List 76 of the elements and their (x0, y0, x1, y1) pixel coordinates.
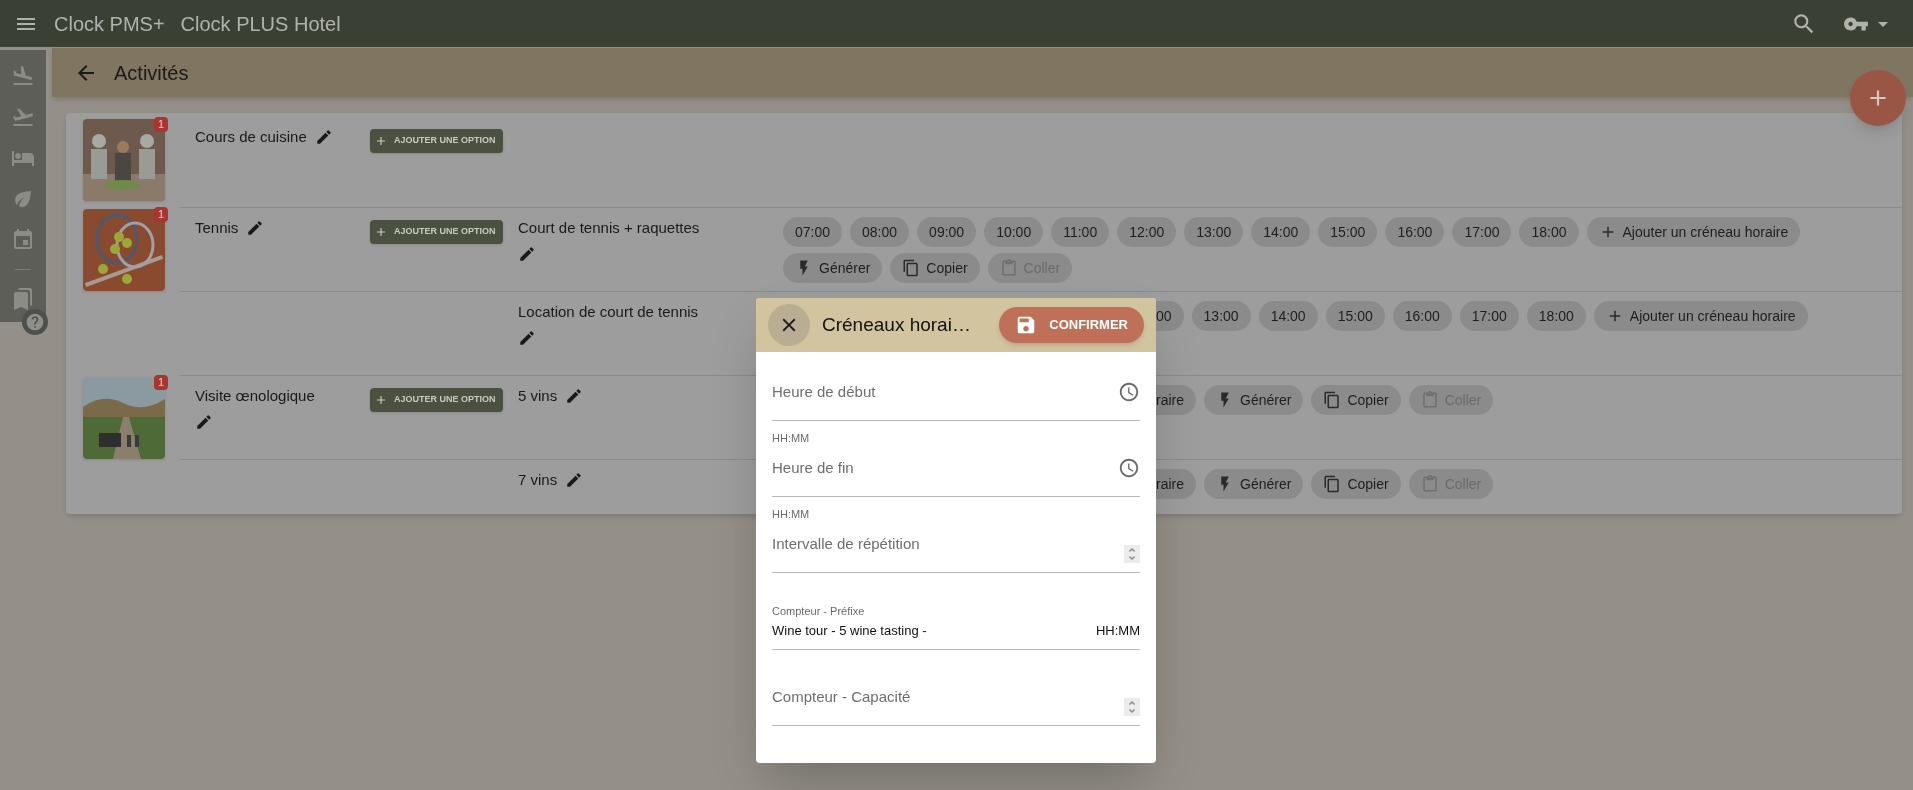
generate-button[interactable]: Générer (783, 253, 883, 283)
helper-text: HH:MM (772, 508, 810, 520)
time-slot-chip[interactable]: 17:00 (1459, 301, 1519, 331)
add-slot-button[interactable]: Ajouter un créneau horaire (1586, 217, 1801, 247)
plus-icon (374, 134, 388, 148)
option-name: 7 vins (518, 470, 558, 490)
clipboard-icon (999, 259, 1018, 277)
option-name: Court de tennis + raquettes (518, 218, 700, 238)
spinner-icon[interactable] (1124, 545, 1140, 563)
number-field[interactable]: Intervalle de répétition (772, 533, 1124, 556)
pencil-icon[interactable] (518, 245, 536, 263)
number-field[interactable]: Compteur - Capacité (772, 686, 1124, 709)
plus-icon (374, 393, 388, 407)
field-label: Compteur - Préfixe (772, 603, 866, 619)
time-slot-chip[interactable]: 15:00 (1318, 217, 1378, 247)
pencil-icon[interactable] (565, 471, 584, 489)
clipboard-icon (1420, 475, 1439, 493)
time-slot-chip[interactable]: raire (1156, 469, 1196, 499)
add-option-button[interactable]: AJOUTER UNE OPTION (370, 129, 503, 153)
time-slot-chip[interactable]: 17:00 (1452, 217, 1512, 247)
activity-name: Tennis (195, 218, 239, 238)
generate-button[interactable]: Générer (1204, 469, 1304, 499)
pencil-icon[interactable] (314, 128, 333, 146)
close-button[interactable] (768, 304, 810, 346)
pencil-icon[interactable] (246, 219, 265, 237)
time-slot-chip[interactable]: 13:00 (1184, 217, 1244, 247)
pencil-icon[interactable] (518, 329, 536, 347)
product-name: Clock PMS+ (54, 11, 165, 37)
help-button[interactable] (22, 309, 48, 335)
time-slot-chip[interactable]: 11:00 (1051, 217, 1110, 247)
page-title: Activités (114, 60, 189, 86)
time-slot-chip[interactable]: 00 (1156, 301, 1184, 331)
clock-icon[interactable] (1118, 381, 1140, 403)
option-name: Location de court de tennis (518, 302, 699, 322)
helper-text: HH:MM (772, 432, 810, 444)
pencil-icon[interactable] (195, 413, 213, 431)
add-option-button[interactable]: AJOUTER UNE OPTION (370, 388, 503, 412)
confirm-button[interactable]: CONFIRMER (999, 307, 1144, 343)
option-name: 5 vins (518, 386, 558, 406)
time-slot-chip[interactable]: 16:00 (1392, 301, 1452, 331)
clipboard-icon (1420, 391, 1439, 409)
dialog-title: Créneaux horai… (822, 312, 971, 337)
activity-name: Cours de cuisine (195, 127, 307, 147)
time-slot-chip[interactable]: 14:00 (1258, 301, 1318, 331)
pencil-icon[interactable] (565, 387, 584, 405)
prefix-input[interactable]: Wine tour - 5 wine tasting - (772, 620, 1096, 640)
time-slot-chip[interactable]: 16:00 (1385, 217, 1445, 247)
add-slot-button[interactable]: Ajouter un créneau horaire (1593, 301, 1808, 331)
copy-icon (1323, 475, 1342, 493)
time-slot-chip[interactable]: 08:00 (850, 217, 910, 247)
time-slot-chip[interactable]: 12:00 (1117, 217, 1177, 247)
generate-button[interactable]: Générer (1204, 385, 1304, 415)
activity-name: Visite œnologique (195, 386, 315, 406)
time-field[interactable]: Heure de début (772, 381, 1118, 404)
time-slot-chip[interactable]: 13:00 (1191, 301, 1251, 331)
copy-button[interactable]: Copier (1311, 469, 1401, 499)
time-slot-chip[interactable]: 14:00 (1251, 217, 1311, 247)
add-option-button[interactable]: AJOUTER UNE OPTION (370, 220, 503, 244)
help-icon (25, 312, 45, 332)
time-slot-chip[interactable]: 15:00 (1325, 301, 1385, 331)
time-slot-chip[interactable]: 18:00 (1526, 301, 1586, 331)
copy-icon (1323, 391, 1342, 409)
field-suffix: HH:MM (1095, 621, 1140, 640)
time-slot-chip[interactable]: 10:00 (984, 217, 1044, 247)
copy-button[interactable]: Copier (1311, 385, 1401, 415)
copy-button[interactable]: Copier (890, 253, 980, 283)
copy-icon (902, 259, 921, 277)
time-field[interactable]: Heure de fin (772, 457, 1118, 480)
clock-icon[interactable] (1118, 457, 1140, 479)
hotel-name: Clock PLUS Hotel (180, 11, 341, 37)
spinner-icon[interactable] (1124, 698, 1140, 716)
plus-icon (374, 225, 388, 239)
time-slot-chip[interactable]: 09:00 (917, 217, 977, 247)
time-slot-chip[interactable]: 18:00 (1519, 217, 1579, 247)
time-slot-chip[interactable]: 07:00 (783, 217, 843, 247)
time-slot-chip[interactable]: raire (1156, 385, 1196, 415)
